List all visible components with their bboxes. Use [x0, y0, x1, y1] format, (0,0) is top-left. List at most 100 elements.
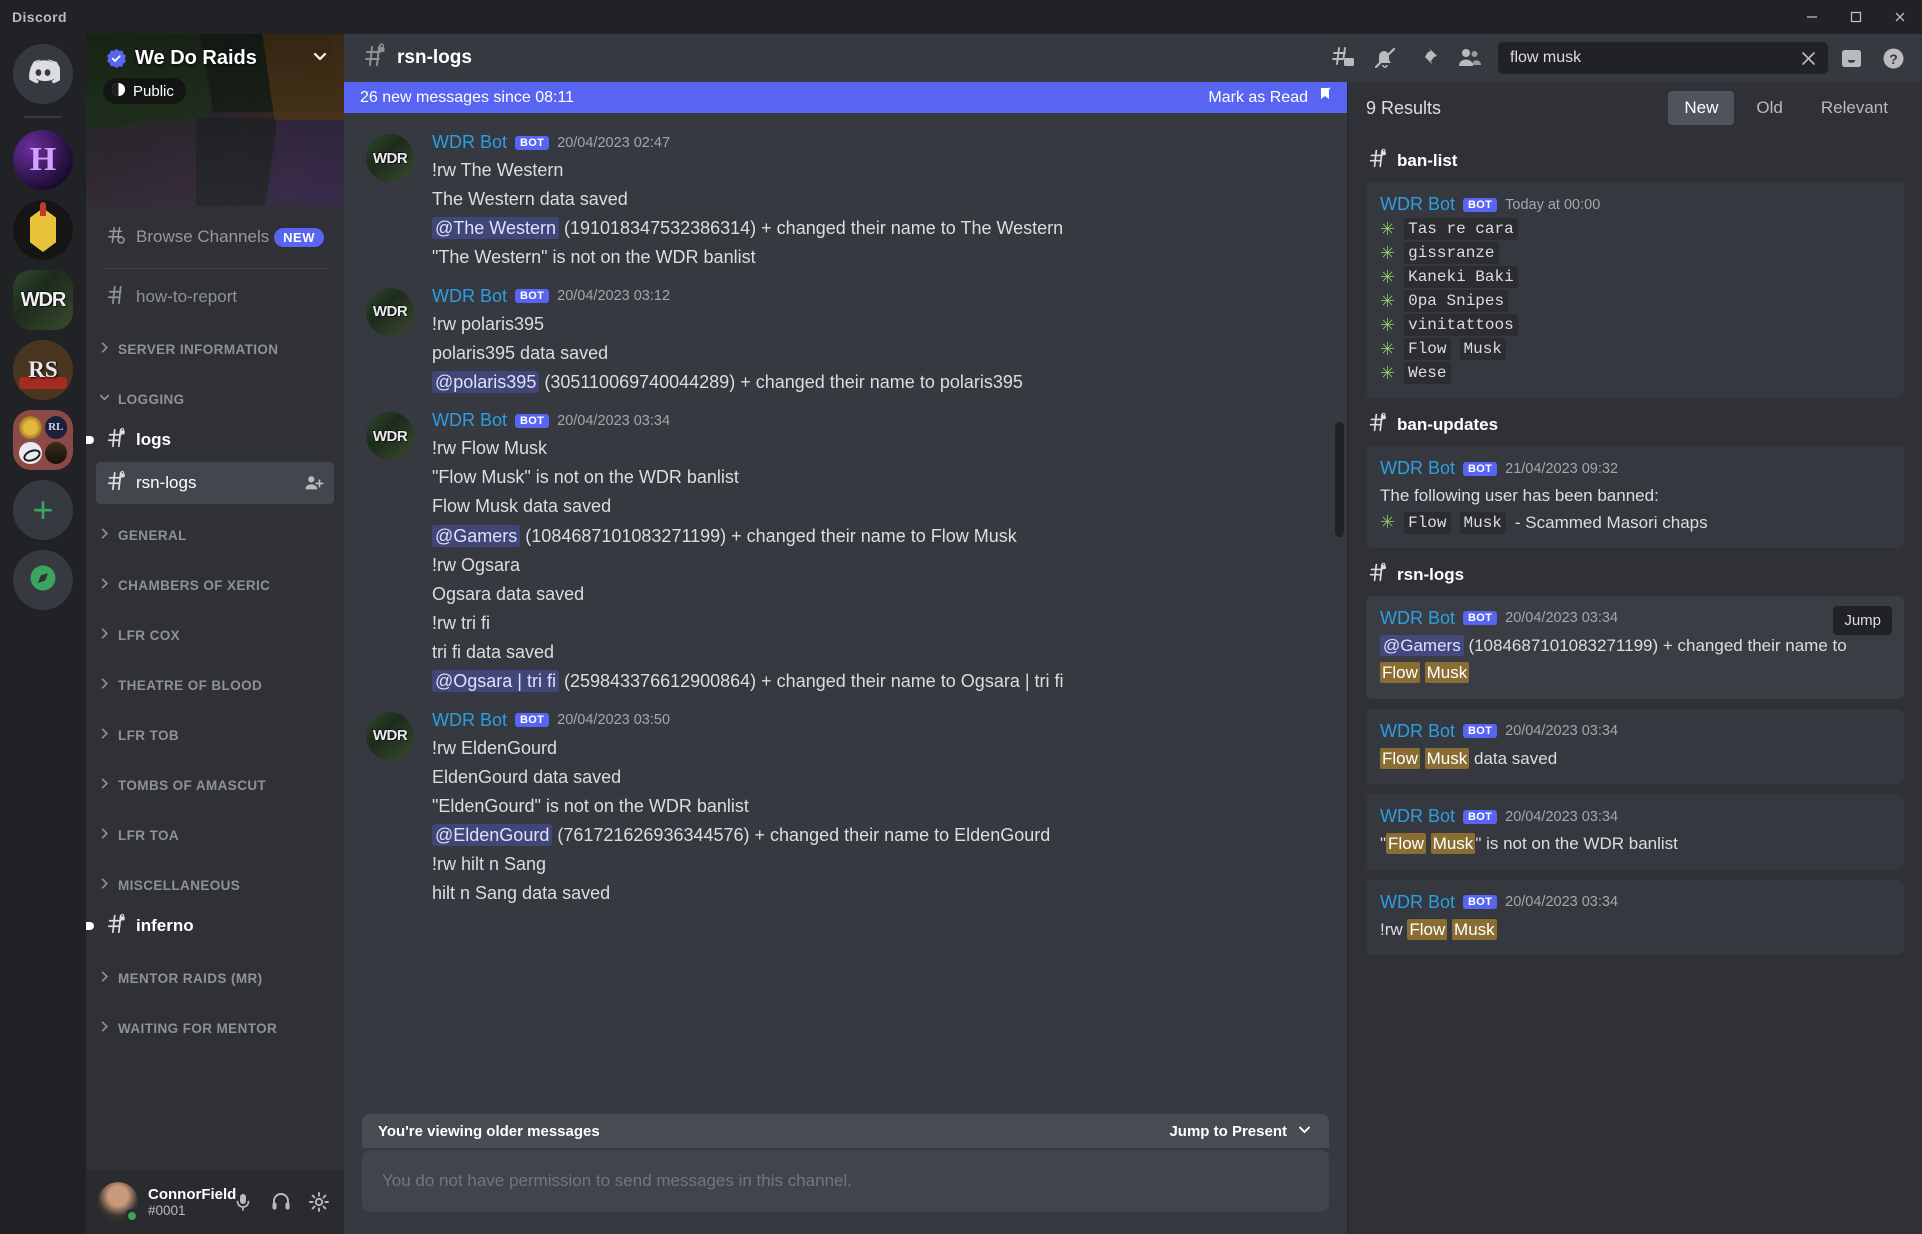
- results-tab-new[interactable]: New: [1668, 91, 1735, 125]
- search-result-card[interactable]: WDR Bot BOT 20/04/2023 03:34 !rw Flow Musk: [1366, 879, 1904, 956]
- avatar[interactable]: [366, 134, 414, 182]
- channel-category-mentor-raids-mr-[interactable]: MENTOR RAIDS (MR): [86, 959, 344, 997]
- user-info[interactable]: ConnorField #0001: [148, 1186, 236, 1219]
- inbox-icon[interactable]: [1832, 39, 1870, 77]
- add-server-button[interactable]: [13, 480, 73, 540]
- threads-icon[interactable]: [1324, 39, 1362, 77]
- sidebar-channel-rsn-logs[interactable]: rsn-logs: [96, 462, 334, 504]
- search-box[interactable]: [1498, 42, 1828, 74]
- search-input[interactable]: [1510, 49, 1796, 67]
- search-result-card[interactable]: WDR Bot BOT 20/04/2023 03:34 Flow Musk data…: [1366, 708, 1904, 785]
- message-author[interactable]: WDR Bot: [1380, 806, 1455, 827]
- search-result-card[interactable]: WDR Bot BOT 20/04/2023 03:34 " Flow Musk " is…: [1366, 794, 1904, 870]
- server-banner[interactable]: We Do Raids Public: [86, 34, 344, 206]
- pinned-messages-icon[interactable]: [1408, 39, 1446, 77]
- sidebar-channel-logs[interactable]: logs: [86, 419, 334, 461]
- channel-category-logging[interactable]: LOGGING: [86, 380, 344, 418]
- chat-message[interactable]: WDR Bot BOT 20/04/2023 03:12 !rw polaris395…: [344, 277, 1347, 401]
- headset-icon[interactable]: [264, 1185, 298, 1219]
- server-icon-osrs[interactable]: [13, 340, 73, 400]
- server-icon-h[interactable]: [13, 130, 73, 190]
- search-results-list[interactable]: ban-list WDR Bot BOT Today at 00:00 ✳ Tas re …: [1348, 134, 1922, 1234]
- message-list[interactable]: WDR Bot BOT 20/04/2023 02:47 !rw The Wester…: [344, 113, 1347, 1234]
- mention[interactable]: @Gamers: [432, 524, 521, 547]
- message-text: The following user has been banned:: [1380, 486, 1659, 505]
- message-author[interactable]: WDR Bot: [1380, 194, 1455, 215]
- server-header[interactable]: We Do Raids: [106, 46, 330, 71]
- result-channel-ban-updates[interactable]: ban-updates: [1368, 412, 1904, 438]
- server-folder[interactable]: RL: [13, 410, 73, 470]
- jump-to-present-button[interactable]: Jump to Present: [1169, 1121, 1313, 1142]
- channel-category-miscellaneous[interactable]: MISCELLANEOUS: [86, 866, 344, 904]
- minimize-button[interactable]: [1790, 0, 1834, 34]
- jump-button[interactable]: Jump: [1833, 605, 1892, 635]
- ban-list-row: ✳ 0pa Snipes: [1380, 290, 1890, 312]
- sidebar-channel-how-to-report[interactable]: how-to-report: [96, 276, 334, 318]
- avatar[interactable]: [366, 711, 414, 760]
- message-scrollbar[interactable]: [1335, 422, 1344, 537]
- mention[interactable]: @EldenGourd: [432, 823, 553, 846]
- close-button[interactable]: [1878, 0, 1922, 34]
- search-result-card[interactable]: WDR Bot BOT Today at 00:00 ✳ Tas re cara ✳ gis…: [1366, 182, 1904, 398]
- results-sort-tabs[interactable]: New Old Relevant: [1668, 91, 1904, 125]
- create-invite-icon[interactable]: [304, 473, 324, 493]
- mention[interactable]: @The Western: [432, 217, 559, 240]
- message-author[interactable]: WDR Bot: [432, 410, 507, 431]
- result-channel-ban-list[interactable]: ban-list: [1368, 148, 1904, 174]
- home-button[interactable]: [13, 44, 73, 104]
- result-channel-rsn-logs[interactable]: rsn-logs: [1368, 562, 1904, 588]
- server-icon-wdr[interactable]: [13, 270, 73, 330]
- channel-category-tombs-of-amascut[interactable]: TOMBS OF AMASCUT: [86, 766, 344, 804]
- channel-category-lfr-cox[interactable]: LFR COX: [86, 616, 344, 654]
- channel-category-lfr-toa[interactable]: LFR TOA: [86, 816, 344, 854]
- chevron-down-icon[interactable]: [310, 46, 330, 71]
- channel-list[interactable]: how-to-report SERVER INFORMATION LOGGING lo…: [86, 275, 344, 1170]
- channel-label: inferno: [136, 916, 194, 935]
- channel-category-chambers-of-xeric[interactable]: CHAMBERS OF XERIC: [86, 566, 344, 604]
- mention[interactable]: @Ogsara | tri fi: [432, 670, 559, 693]
- channel-category-lfr-tob[interactable]: LFR TOB: [86, 716, 344, 754]
- member-list-icon[interactable]: [1450, 39, 1488, 77]
- chat-message[interactable]: WDR Bot BOT 20/04/2023 02:47 !rw The Wester…: [344, 123, 1347, 277]
- search-result-card[interactable]: WDR Bot BOT 21/04/2023 09:32 The following …: [1366, 446, 1904, 548]
- explore-servers-button[interactable]: [13, 550, 73, 610]
- microphone-icon[interactable]: [226, 1185, 260, 1219]
- results-tab-old[interactable]: Old: [1740, 91, 1798, 125]
- message-author[interactable]: WDR Bot: [432, 286, 507, 307]
- browse-channels-button[interactable]: Browse Channels NEW: [96, 214, 334, 260]
- message-author[interactable]: WDR Bot: [432, 132, 507, 153]
- message-author[interactable]: WDR Bot: [1380, 721, 1455, 742]
- server-icon-helmet[interactable]: [13, 200, 73, 260]
- mark-as-read-button[interactable]: Mark as Read: [1208, 86, 1333, 109]
- avatar[interactable]: [98, 1182, 139, 1223]
- gear-icon[interactable]: [302, 1185, 336, 1219]
- older-messages-bar[interactable]: You're viewing older messages Jump to Pr…: [362, 1114, 1329, 1148]
- message-author[interactable]: WDR Bot: [1380, 892, 1455, 913]
- channel-category-waiting-for-mentor[interactable]: WAITING FOR MENTOR: [86, 1009, 344, 1047]
- result-line: Flow Musk data saved: [1380, 745, 1890, 773]
- sidebar-channel-inferno[interactable]: inferno: [86, 905, 334, 947]
- channel-category-theatre-of-blood[interactable]: THEATRE OF BLOOD: [86, 666, 344, 704]
- search-result-card[interactable]: WDR Bot BOT 20/04/2023 03:34 @Gamers (10846…: [1366, 595, 1904, 699]
- results-tab-relevant[interactable]: Relevant: [1805, 91, 1904, 125]
- message-line: tri fi data saved: [432, 638, 1331, 667]
- message-author[interactable]: WDR Bot: [432, 710, 507, 731]
- mention[interactable]: @Gamers: [1380, 634, 1464, 656]
- new-messages-bar[interactable]: 26 new messages since 08:11 Mark as Read: [344, 82, 1347, 113]
- message-author[interactable]: WDR Bot: [1380, 608, 1455, 629]
- avatar[interactable]: [366, 412, 414, 461]
- message-text: Ogsara data saved: [432, 583, 585, 604]
- mention[interactable]: @polaris395: [432, 370, 540, 393]
- bot-badge: BOT: [1463, 461, 1498, 476]
- notification-muted-icon[interactable]: [1366, 39, 1404, 77]
- maximize-button[interactable]: [1834, 0, 1878, 34]
- avatar[interactable]: [366, 287, 414, 336]
- help-icon[interactable]: ?: [1874, 39, 1912, 77]
- header-actions: ?: [1324, 39, 1912, 77]
- channel-category-general[interactable]: GENERAL: [86, 516, 344, 554]
- message-author[interactable]: WDR Bot: [1380, 458, 1455, 479]
- clear-search-icon[interactable]: [1796, 46, 1820, 70]
- channel-category-server-information[interactable]: SERVER INFORMATION: [86, 330, 344, 368]
- chat-message[interactable]: WDR Bot BOT 20/04/2023 03:34 !rw Flow Musk "…: [344, 401, 1347, 700]
- chat-message[interactable]: WDR Bot BOT 20/04/2023 03:50 !rw EldenGourd…: [344, 701, 1347, 913]
